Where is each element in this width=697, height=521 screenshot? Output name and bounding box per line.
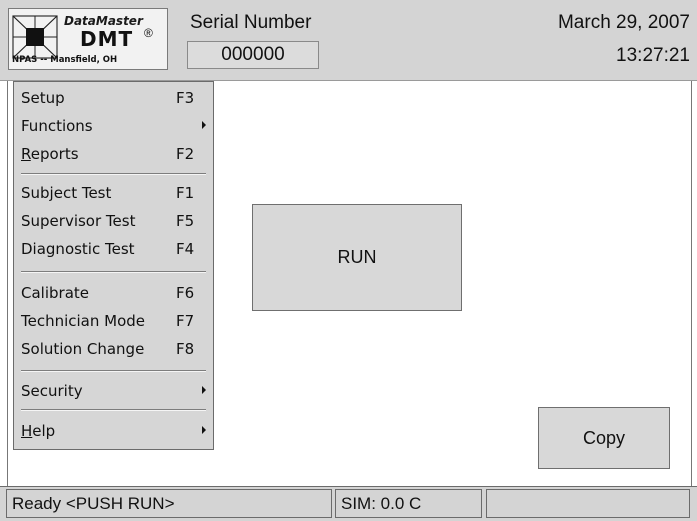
menu-separator bbox=[21, 173, 206, 175]
menu-item-label-rest: eports bbox=[30, 145, 79, 163]
status-message-panel: Ready <PUSH RUN> bbox=[6, 489, 332, 518]
datamaster-logo: DataMaster DMT ® NPAS -- Mansfield, OH bbox=[8, 8, 168, 70]
menu-item-label: Help bbox=[21, 422, 55, 440]
logo-registered-mark: ® bbox=[144, 26, 153, 40]
submenu-arrow-icon bbox=[202, 426, 206, 434]
menu-item-label: Diagnostic Test bbox=[21, 240, 135, 258]
submenu-arrow-icon bbox=[202, 121, 206, 129]
datamaster-screen: DataMaster DMT ® NPAS -- Mansfield, OH S… bbox=[0, 0, 697, 521]
menu-item-shortcut: F5 bbox=[176, 212, 195, 230]
menu-item-label: Supervisor Test bbox=[21, 212, 136, 230]
menu-separator bbox=[21, 271, 206, 273]
header-bar: DataMaster DMT ® NPAS -- Mansfield, OH S… bbox=[0, 0, 697, 81]
menu-item-diagnostic-test[interactable]: Diagnostic Test F4 bbox=[14, 235, 213, 263]
menu-item-solution-change[interactable]: Solution Change F8 bbox=[14, 335, 213, 363]
run-button[interactable]: RUN bbox=[252, 204, 462, 311]
sim-temperature-panel: SIM: 0.0 C bbox=[335, 489, 482, 518]
menu-item-setup[interactable]: Setup F3 bbox=[14, 84, 213, 112]
logo-datamaster-text: DataMaster bbox=[64, 14, 143, 28]
menu-item-shortcut: F3 bbox=[176, 89, 195, 107]
menu-item-label: Calibrate bbox=[21, 284, 89, 302]
mnemonic-letter: R bbox=[21, 145, 31, 163]
menu-item-technician-mode[interactable]: Technician Mode F7 bbox=[14, 307, 213, 335]
menu-item-label: Solution Change bbox=[21, 340, 145, 358]
menu-item-shortcut: F8 bbox=[176, 340, 195, 358]
menu-item-label: Subject Test bbox=[21, 184, 112, 202]
copy-button[interactable]: Copy bbox=[538, 407, 670, 469]
menu-item-shortcut: F6 bbox=[176, 284, 195, 302]
menu-item-label: Technician Mode bbox=[21, 312, 146, 330]
menu-separator bbox=[21, 370, 206, 372]
menu-item-functions[interactable]: Functions bbox=[14, 112, 213, 140]
menu-item-label-rest: elp bbox=[32, 422, 56, 440]
main-menu: Setup F3 Functions Reports F2 Subject Te… bbox=[13, 81, 214, 450]
dmt-logo-icon bbox=[12, 15, 58, 59]
menu-item-reports[interactable]: Reports F2 bbox=[14, 140, 213, 168]
menu-item-help[interactable]: Help bbox=[14, 417, 213, 445]
menu-item-shortcut: F7 bbox=[176, 312, 195, 330]
serial-number-value: 000000 bbox=[221, 44, 285, 65]
menu-item-label: Security bbox=[21, 382, 83, 400]
sim-temperature: SIM: 0.0 C bbox=[341, 494, 422, 513]
submenu-arrow-icon bbox=[202, 386, 206, 394]
menu-item-shortcut: F1 bbox=[176, 184, 195, 202]
menu-item-label: Setup bbox=[21, 89, 65, 107]
status-bar: Ready <PUSH RUN> SIM: 0.0 C bbox=[0, 486, 697, 521]
logo-dmt-text: DMT bbox=[80, 27, 134, 51]
menu-item-label: Reports bbox=[21, 145, 79, 163]
date-display: March 29, 2007 bbox=[557, 12, 690, 33]
menu-item-label: Functions bbox=[21, 117, 93, 135]
logo-location-text: NPAS -- Mansfield, OH bbox=[12, 55, 118, 65]
mnemonic-letter: H bbox=[21, 422, 33, 440]
status-extra-panel bbox=[486, 489, 690, 518]
time-display: 13:27:21 bbox=[616, 45, 690, 66]
menu-item-supervisor-test[interactable]: Supervisor Test F5 bbox=[14, 207, 213, 235]
menu-item-subject-test[interactable]: Subject Test F1 bbox=[14, 179, 213, 207]
serial-number-field: 000000 bbox=[187, 41, 319, 69]
menu-separator bbox=[21, 409, 206, 411]
menu-item-calibrate[interactable]: Calibrate F6 bbox=[14, 279, 213, 307]
menu-item-shortcut: F4 bbox=[176, 240, 195, 258]
status-message: Ready <PUSH RUN> bbox=[12, 494, 175, 513]
menu-item-security[interactable]: Security bbox=[14, 377, 213, 405]
menu-item-shortcut: F2 bbox=[176, 145, 195, 163]
serial-number-label: Serial Number bbox=[190, 12, 312, 33]
